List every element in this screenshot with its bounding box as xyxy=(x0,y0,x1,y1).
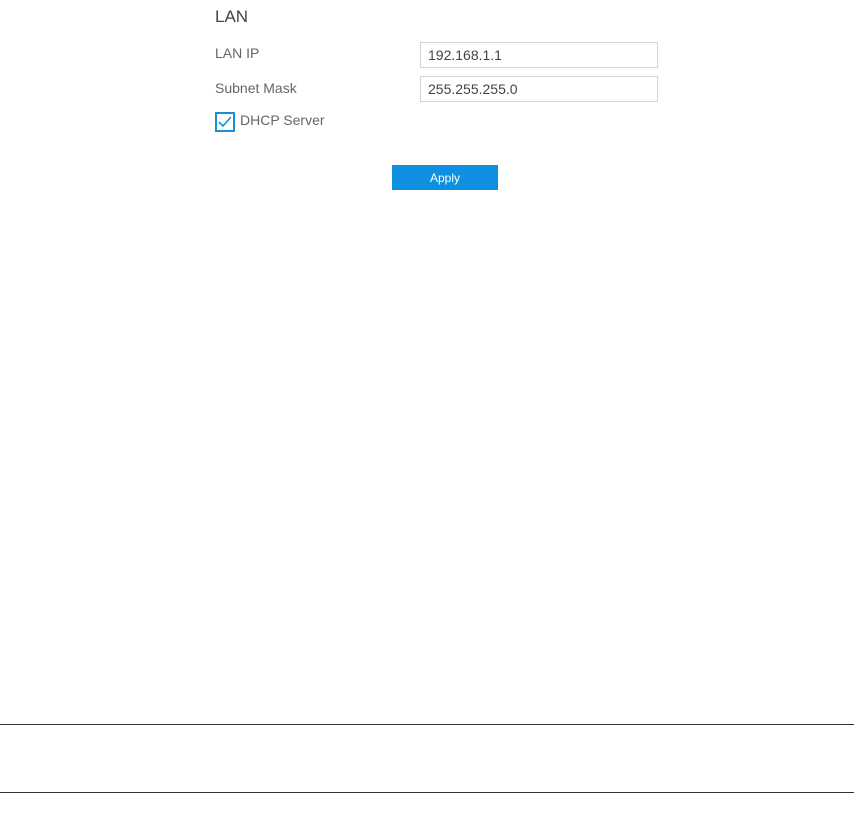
dhcp-server-checkbox[interactable]: DHCP Server xyxy=(215,109,325,134)
divider-top xyxy=(0,724,854,725)
apply-button[interactable]: Apply xyxy=(392,165,498,190)
section-title: LAN xyxy=(215,7,249,26)
checkbox-box[interactable] xyxy=(215,111,235,132)
lan-ip-input[interactable] xyxy=(420,42,658,68)
dhcp-server-label: DHCP Server xyxy=(240,111,325,128)
subnet-mask-label: Subnet Mask xyxy=(215,80,297,96)
check-icon xyxy=(218,116,232,127)
lan-settings-page: LAN LAN IP Subnet Mask DHCP Server Apply xyxy=(0,0,854,820)
divider-bottom xyxy=(0,792,854,793)
subnet-mask-input[interactable] xyxy=(420,76,658,102)
lan-ip-label: LAN IP xyxy=(215,45,260,61)
